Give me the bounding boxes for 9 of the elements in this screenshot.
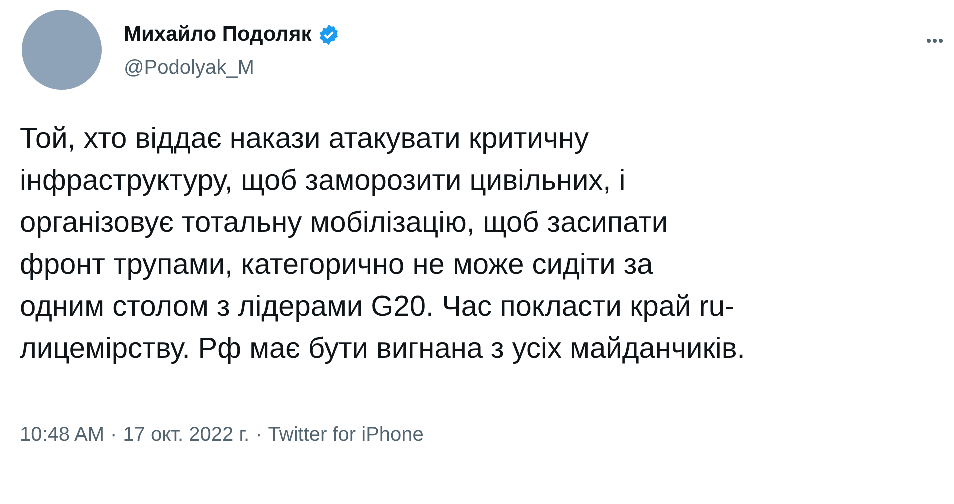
- tweet-source[interactable]: Twitter for iPhone: [268, 420, 424, 450]
- tweet-time[interactable]: 10:48 AM: [20, 420, 105, 450]
- more-options-icon[interactable]: [926, 38, 944, 44]
- tweet-date[interactable]: 17 окт. 2022 г.: [123, 420, 250, 450]
- author-name[interactable]: Михайло Подоляк: [124, 22, 312, 48]
- tweet-text: Той, хто віддає накази атакувати критичну інфраструктуру, щоб заморозити цивільних, і організовує тотальну мобілізацію, щоб засипати фронт трупами, категорично не може сидіти за одним столом з лідерами G20. Час покласти край ru- лицемірству. Рф має бути вигнана з усіх майданчиків.: [20, 122, 746, 367]
- separator-dot: ·: [110, 423, 118, 448]
- separator-dot: ·: [256, 423, 262, 448]
- author-handle[interactable]: @Podolyak_M: [124, 56, 926, 80]
